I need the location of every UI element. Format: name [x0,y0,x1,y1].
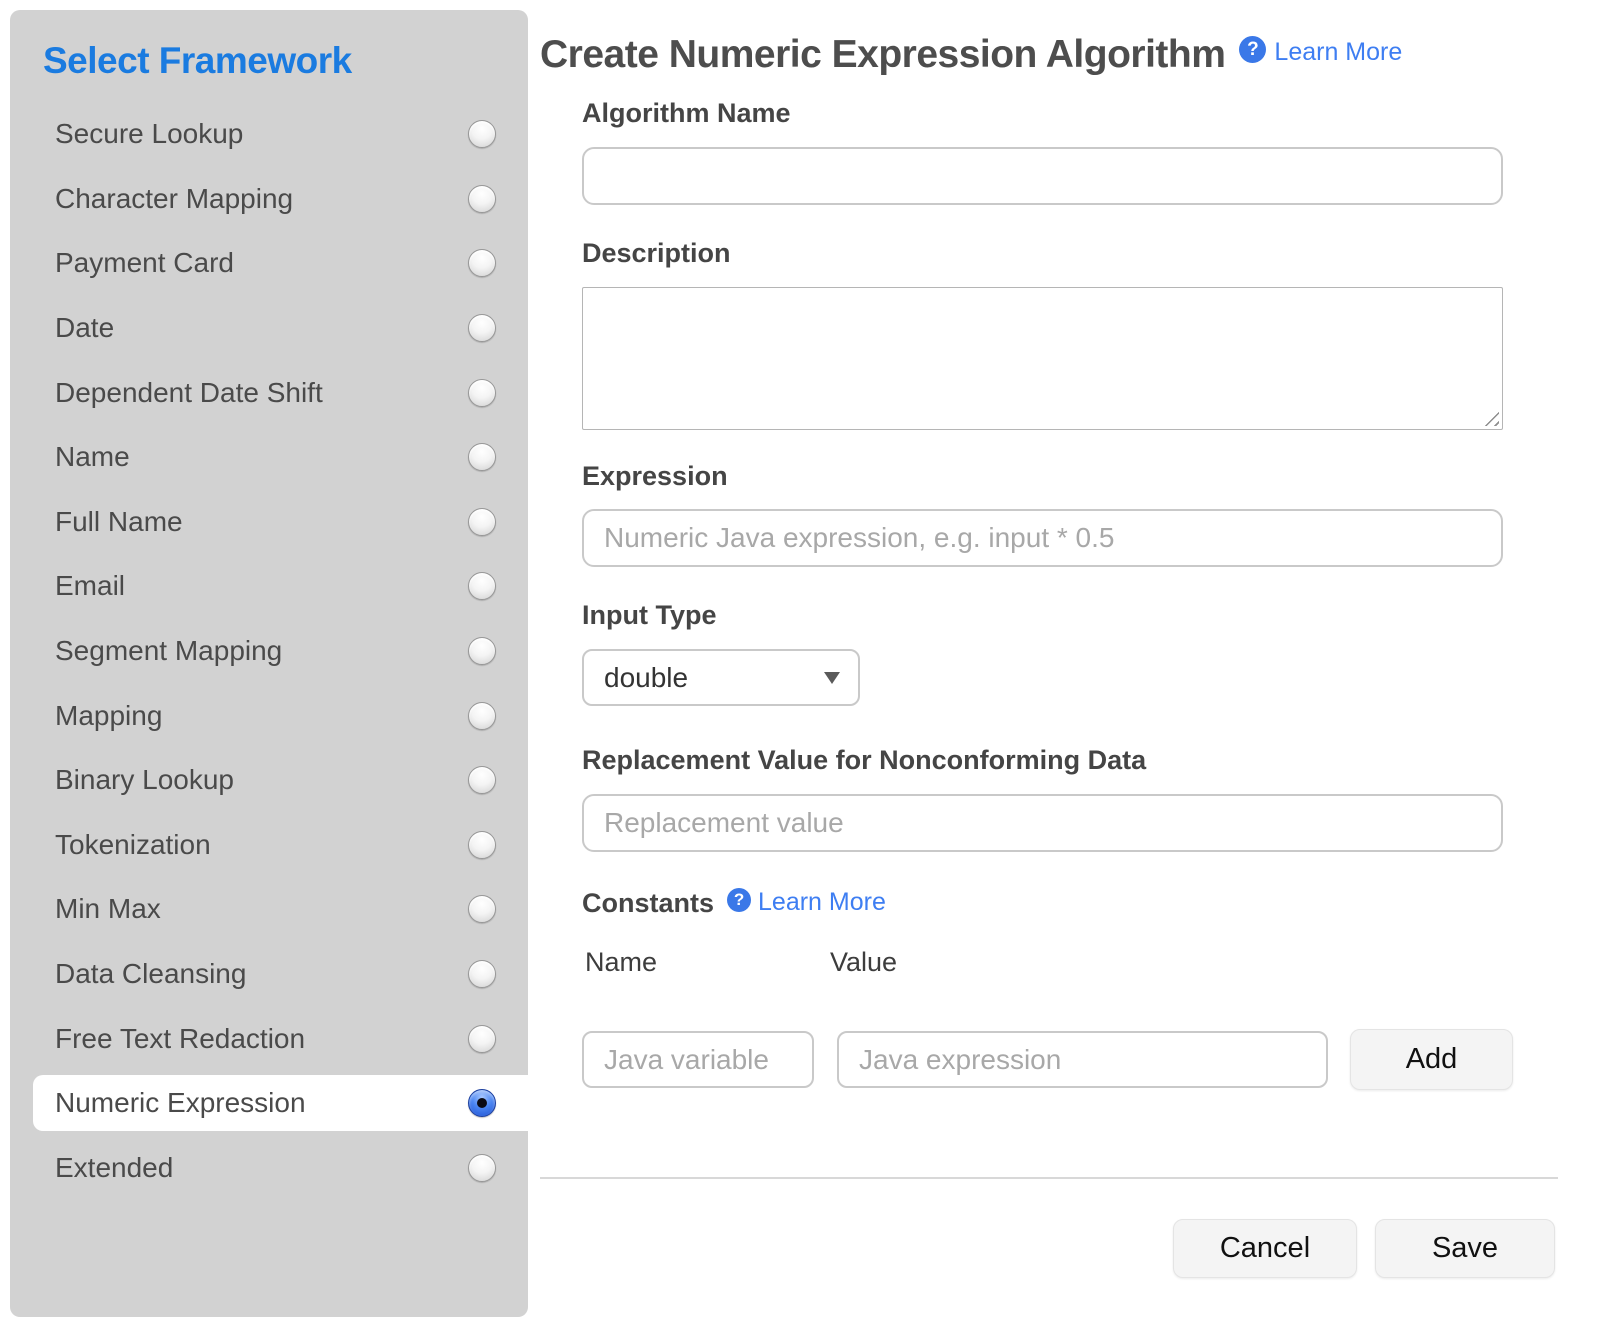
constant-name-input[interactable] [582,1031,814,1088]
sidebar-item-label: Date [55,312,114,344]
input-type-selected-value: double [604,662,688,694]
constants-name-header: Name [585,947,657,978]
radio-min-max-icon[interactable] [468,895,496,923]
chevron-down-icon [824,672,840,684]
sidebar-item-label: Payment Card [55,247,234,279]
radio-email-icon[interactable] [468,572,496,600]
radio-tokenization-icon[interactable] [468,831,496,859]
sidebar-item-label: Full Name [55,506,183,538]
description-label: Description [582,238,731,269]
constants-value-header: Value [830,947,897,978]
constants-help-icon[interactable]: ? [727,888,751,912]
sidebar-item-label: Name [55,441,130,473]
sidebar-item-label: Extended [55,1152,173,1184]
sidebar-item-numeric-expression[interactable]: Numeric Expression [33,1075,528,1131]
replacement-value-label: Replacement Value for Nonconforming Data [582,745,1146,776]
radio-extended-icon[interactable] [468,1154,496,1182]
radio-free-text-redaction-icon[interactable] [468,1025,496,1053]
sidebar-item-data-cleansing[interactable]: Data Cleansing [10,942,528,1007]
sidebar-item-label: Segment Mapping [55,635,282,667]
sidebar-item-min-max[interactable]: Min Max [10,877,528,942]
page-title: Create Numeric Expression Algorithm [540,30,1225,80]
sidebar-item-date[interactable]: Date [10,296,528,361]
radio-secure-lookup-icon[interactable] [468,120,496,148]
sidebar-item-label: Binary Lookup [55,764,234,796]
description-textarea[interactable] [582,287,1503,430]
sidebar-item-character-mapping[interactable]: Character Mapping [10,167,528,232]
sidebar-item-binary-lookup[interactable]: Binary Lookup [10,748,528,813]
sidebar-item-email[interactable]: Email [10,554,528,619]
sidebar-item-name[interactable]: Name [10,425,528,490]
sidebar-item-segment-mapping[interactable]: Segment Mapping [10,619,528,684]
description-field-wrap [582,287,1503,430]
framework-list: Secure Lookup Character Mapping Payment … [10,102,528,1200]
main-header: Create Numeric Expression Algorithm ? Le… [540,30,1402,80]
sidebar-title: Select Framework [43,40,352,82]
add-constant-button[interactable]: Add [1350,1029,1513,1090]
radio-date-icon[interactable] [468,314,496,342]
help-icon[interactable]: ? [1239,36,1266,63]
sidebar-item-label: Numeric Expression [55,1087,306,1119]
input-type-label: Input Type [582,600,717,631]
input-type-select[interactable]: double [582,649,860,706]
sidebar-item-label: Dependent Date Shift [55,377,323,409]
sidebar-item-free-text-redaction[interactable]: Free Text Redaction [10,1006,528,1071]
expression-input[interactable] [582,509,1503,567]
constant-value-input[interactable] [837,1031,1328,1088]
expression-label: Expression [582,461,728,492]
sidebar-item-label: Min Max [55,893,161,925]
framework-sidebar: Select Framework Secure Lookup Character… [10,10,528,1317]
radio-character-mapping-icon[interactable] [468,185,496,213]
sidebar-item-full-name[interactable]: Full Name [10,490,528,555]
sidebar-item-label: Tokenization [55,829,211,861]
radio-binary-lookup-icon[interactable] [468,766,496,794]
sidebar-item-label: Secure Lookup [55,118,243,150]
radio-mapping-icon[interactable] [468,702,496,730]
sidebar-item-mapping[interactable]: Mapping [10,683,528,748]
constants-label: Constants [582,888,714,919]
algorithm-name-input[interactable] [582,147,1503,205]
sidebar-item-secure-lookup[interactable]: Secure Lookup [10,102,528,167]
replacement-value-input[interactable] [582,794,1503,852]
constants-header: Constants ? Learn More [582,888,886,919]
footer-divider [540,1177,1558,1179]
save-button[interactable]: Save [1375,1219,1555,1278]
sidebar-item-label: Data Cleansing [55,958,246,990]
sidebar-item-label: Email [55,570,125,602]
sidebar-item-label: Mapping [55,700,162,732]
sidebar-item-label: Free Text Redaction [55,1023,305,1055]
radio-payment-card-icon[interactable] [468,249,496,277]
radio-segment-mapping-icon[interactable] [468,637,496,665]
cancel-button[interactable]: Cancel [1173,1219,1357,1278]
radio-dependent-date-shift-icon[interactable] [468,379,496,407]
radio-name-icon[interactable] [468,443,496,471]
radio-data-cleansing-icon[interactable] [468,960,496,988]
algorithm-name-label: Algorithm Name [582,98,791,129]
sidebar-item-dependent-date-shift[interactable]: Dependent Date Shift [10,360,528,425]
constants-learn-more-link[interactable]: Learn More [758,888,886,917]
radio-numeric-expression-selected-icon[interactable] [468,1089,496,1117]
learn-more-link[interactable]: Learn More [1274,38,1402,67]
radio-full-name-icon[interactable] [468,508,496,536]
sidebar-item-label: Character Mapping [55,183,293,215]
sidebar-item-extended[interactable]: Extended [10,1136,528,1201]
sidebar-item-payment-card[interactable]: Payment Card [10,231,528,296]
sidebar-item-tokenization[interactable]: Tokenization [10,813,528,878]
